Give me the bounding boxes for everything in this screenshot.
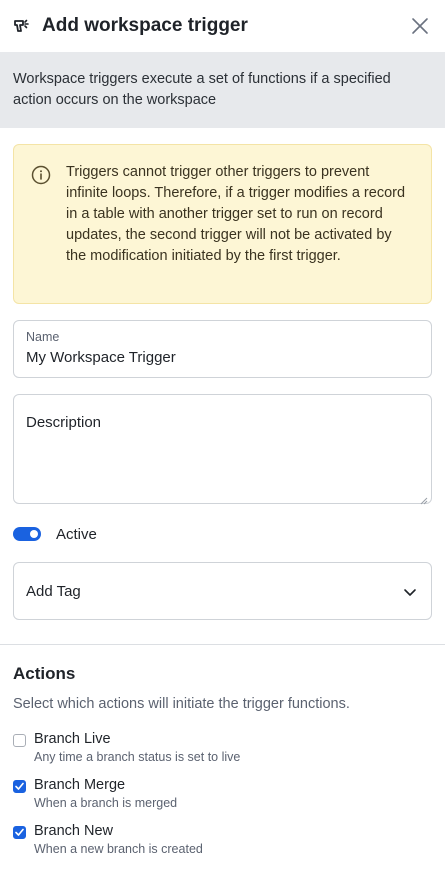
branch-live-checkbox[interactable] [13, 734, 26, 747]
description-placeholder: Description [26, 414, 102, 431]
actions-list: Branch Live Any time a branch status is … [13, 731, 432, 856]
close-icon[interactable] [410, 16, 430, 36]
warning-callout: Triggers cannot trigger other triggers t… [13, 144, 432, 304]
actions-subtitle: Select which actions will initiate the t… [13, 696, 350, 712]
action-description: When a branch is merged [34, 796, 178, 810]
action-option-branch-merge[interactable]: Branch Merge When a branch is merged [13, 777, 432, 810]
resize-handle-icon[interactable] [420, 492, 428, 505]
action-option-branch-new[interactable]: Branch New When a new branch is created [13, 823, 432, 856]
active-toggle[interactable] [13, 527, 41, 541]
branch-merge-checkbox[interactable] [13, 780, 26, 793]
action-label: Branch New [34, 823, 113, 839]
name-label: Name [26, 330, 60, 344]
actions-heading: Actions [13, 664, 76, 683]
actions-section: Actions Select which actions will initia… [0, 664, 445, 856]
warning-text: Triggers cannot trigger other triggers t… [66, 164, 406, 264]
intro-text: Workspace triggers execute a set of func… [0, 52, 445, 128]
trigger-icon [13, 15, 35, 37]
action-description: Any time a branch status is set to live [34, 750, 241, 764]
toggle-knob [30, 530, 38, 538]
name-input[interactable]: My Workspace Trigger [26, 349, 419, 366]
info-icon [31, 165, 51, 185]
add-tag-select[interactable]: Add Tag [13, 562, 432, 620]
action-option-branch-live[interactable]: Branch Live Any time a branch status is … [13, 731, 432, 764]
action-description: When a new branch is created [34, 842, 203, 856]
panel-header: Add workspace trigger [0, 0, 445, 52]
branch-new-checkbox[interactable] [13, 826, 26, 839]
description-field[interactable]: Description [13, 394, 432, 505]
name-field[interactable]: Name My Workspace Trigger [13, 320, 432, 378]
chevron-down-icon [403, 585, 417, 599]
panel-title: Add workspace trigger [42, 15, 248, 36]
add-tag-placeholder: Add Tag [26, 582, 81, 600]
active-label: Active [56, 525, 97, 543]
section-divider [0, 644, 445, 645]
active-row: Active [13, 524, 432, 544]
action-label: Branch Merge [34, 777, 126, 793]
action-label: Branch Live [34, 731, 111, 747]
